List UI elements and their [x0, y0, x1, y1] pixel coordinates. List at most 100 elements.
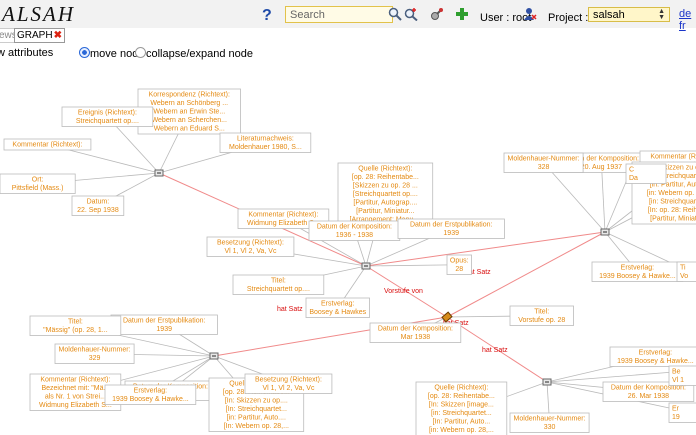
graph-node[interactable]: Korrespondenz (Richtext):Webern an Schön… [137, 88, 241, 135]
graph-node[interactable]: Erstverlag:1939 Boosey & Hawke... [591, 261, 684, 282]
node-label: Webern an Eduard S... [154, 126, 225, 133]
graph-node-partial[interactable]: BeVl 1 [668, 365, 696, 386]
node-label: Vl 1 [672, 377, 684, 384]
user-logout-icon[interactable] [523, 6, 537, 22]
node-label: Moldenhauer 1980, S... [229, 144, 302, 151]
node-label: als Nr. 1 von Strei... [45, 394, 106, 401]
node-label: Ti [680, 265, 686, 272]
node-label: [op. 28: Reihentabe... [428, 393, 495, 400]
radio-move-node[interactable] [79, 47, 90, 58]
graph-node[interactable]: Quelle (Richtext):[op. 28: Reihentabe...… [415, 381, 508, 435]
node-label: Webern an Scherchen... [152, 117, 227, 124]
tab-graph[interactable]: GRAPH✖ [14, 28, 65, 43]
graph-node[interactable]: Besetzung (Richtext):Vl 1, Vl 2, Va, Vc [244, 373, 333, 394]
node-label: Widmung Elizabeth S... [39, 402, 112, 409]
graph-node-partial[interactable]: CDa [625, 163, 667, 184]
graph-node[interactable]: Ort:Pittsfield (Mass.) [0, 173, 76, 194]
graph-node[interactable]: Erstverlag:Boosey & Hawkes [305, 297, 370, 318]
graph-canvas[interactable]: hat SatzVorstufe vonhat Satzhat Satzhat … [0, 60, 696, 435]
extended-search-icon[interactable] [404, 6, 418, 22]
graph-node[interactable]: Quelle (Richtext):[op. 28: Reihentabe...… [337, 162, 434, 226]
node-label: C [629, 167, 634, 174]
attribute-edge [546, 371, 675, 383]
node-label: 28 [455, 266, 463, 273]
graph-node[interactable]: Moldenhauer-Nummer:328 [503, 152, 584, 173]
graph-node[interactable]: Datum der Komposition:1936 - 1938 [308, 220, 401, 241]
radio-collapse-expand[interactable] [135, 47, 146, 58]
search-icon[interactable] [388, 6, 402, 22]
graph-node[interactable]: Erstverlag:1939 Boosey & Hawke... [104, 384, 197, 405]
mode-collapse-expand-label: collapse/expand node [146, 48, 254, 60]
node-label: "Mässig" (op. 28, 1... [43, 327, 108, 334]
node-label: [in: Streichquartet... [431, 410, 492, 417]
add-resource-icon[interactable] [455, 6, 469, 22]
graph-node[interactable]: Datum:22. Sep 1938 [71, 195, 125, 216]
resource-hub-icon[interactable] [542, 378, 552, 386]
node-label: Opus: [450, 258, 469, 265]
graph-node[interactable]: Erstverlag:1939 Boosey & Hawke... [609, 346, 696, 367]
node-label: Pittsfield (Mass.) [12, 185, 64, 192]
node-label: [In: Webern op. 28,... [224, 423, 289, 430]
node-label: Korrespondenz (Richtext): [149, 92, 230, 99]
hub-inner [157, 172, 161, 174]
resource-hub-icon[interactable] [361, 262, 371, 270]
project-select[interactable]: salsah ▲ ▼ [588, 7, 670, 22]
node-label: Vl 1, Vl 2, Va, Vc [262, 385, 315, 392]
graph-node[interactable]: Kommentar (Richtext): [3, 138, 92, 151]
node-label: Besetzung (Richtext): [255, 377, 322, 384]
hub-inner [212, 355, 216, 357]
node-label: Vorstufe op. 28 [518, 317, 565, 324]
node-label: Erstverlag: [321, 301, 355, 308]
tab-graph-label: GRAPH [17, 30, 53, 41]
link-tool-icon[interactable] [430, 6, 444, 22]
graph-node[interactable]: Moldenhauer-Nummer:330 [509, 412, 590, 433]
node-label: 1939 Boosey & Hawke... [617, 358, 694, 365]
edge-label: Vorstufe von [384, 288, 423, 295]
graph-node[interactable]: Datum der Erstpublikation:1939 [397, 218, 505, 239]
node-label: Besetzung (Richtext): [217, 240, 284, 247]
node-label: [In: Partitur, Auto... [433, 419, 491, 426]
node-label: Moldenhauer-Nummer: [514, 416, 586, 423]
node-label: Webern an Erwin Ste... [153, 109, 225, 116]
node-label: Titel: [271, 278, 286, 285]
graph-node-partial[interactable]: TiVo [676, 261, 696, 282]
attribute-edge [365, 264, 460, 267]
graph-node[interactable]: Datum der Komposition:Mar 1938 [369, 322, 462, 343]
graph-node[interactable]: Moldenhauer-Nummer:329 [54, 343, 135, 364]
node-label: 26. Mar 1938 [628, 393, 669, 400]
graph-node[interactable]: Datum der Erstpublikation:1939 [110, 314, 218, 335]
graph-node[interactable]: Opus:28 [446, 254, 472, 275]
help-icon[interactable]: ? [259, 6, 275, 22]
node-label: Kommentar (Richtext): [12, 142, 82, 149]
show-attributes-label[interactable]: w attributes [0, 47, 53, 59]
node-label: Kommentar (Richtext): [650, 154, 696, 161]
close-tab-icon[interactable]: ✖ [54, 30, 62, 41]
graph-node[interactable]: Titel:Vorstufe op. 28 [509, 305, 574, 326]
edge-label: hat Satz [277, 306, 303, 313]
node-label: Datum der Komposition: [378, 326, 453, 333]
nodes-layer: Korrespondenz (Richtext):Webern an Schön… [0, 88, 696, 435]
node-label: Mar 1938 [401, 334, 431, 341]
search-input[interactable] [285, 6, 393, 23]
resource-hub-icon[interactable] [600, 228, 610, 236]
graph-node[interactable]: Titel:Streichquartett op.... [232, 274, 325, 295]
node-label: Da [629, 175, 638, 182]
node-label: Be [672, 369, 681, 376]
top-toolbar: ALSAH ? User : root Project : salsah ▲▼ … [0, 0, 696, 32]
node-label: Titel: [68, 319, 83, 326]
node-label: 329 [89, 355, 101, 362]
resource-hub-icon[interactable] [154, 169, 164, 177]
graph-node[interactable]: Titel:"Mässig" (op. 28, 1... [29, 315, 122, 336]
resource-hub-icon[interactable] [209, 352, 219, 360]
node-label: 1936 - 1938 [336, 232, 373, 239]
node-label: Vo [680, 273, 688, 280]
node-label: Streichquartett op.... [76, 118, 139, 125]
node-label: Literaturnachweis: [237, 136, 294, 143]
graph-node[interactable]: Besetzung (Richtext):Vl 1, Vl 2, Va, Vc [206, 236, 295, 257]
attribute-edge [601, 162, 606, 233]
graph-node[interactable]: Ereignis (Richtext):Streichquartett op..… [61, 106, 154, 127]
mode-collapse-expand[interactable]: collapse/expand node [135, 47, 253, 60]
node-label: 330 [544, 424, 556, 431]
graph-node-partial[interactable]: Er19 [668, 402, 696, 423]
graph-node[interactable]: Literaturnachweis:Moldenhauer 1980, S... [219, 132, 312, 153]
